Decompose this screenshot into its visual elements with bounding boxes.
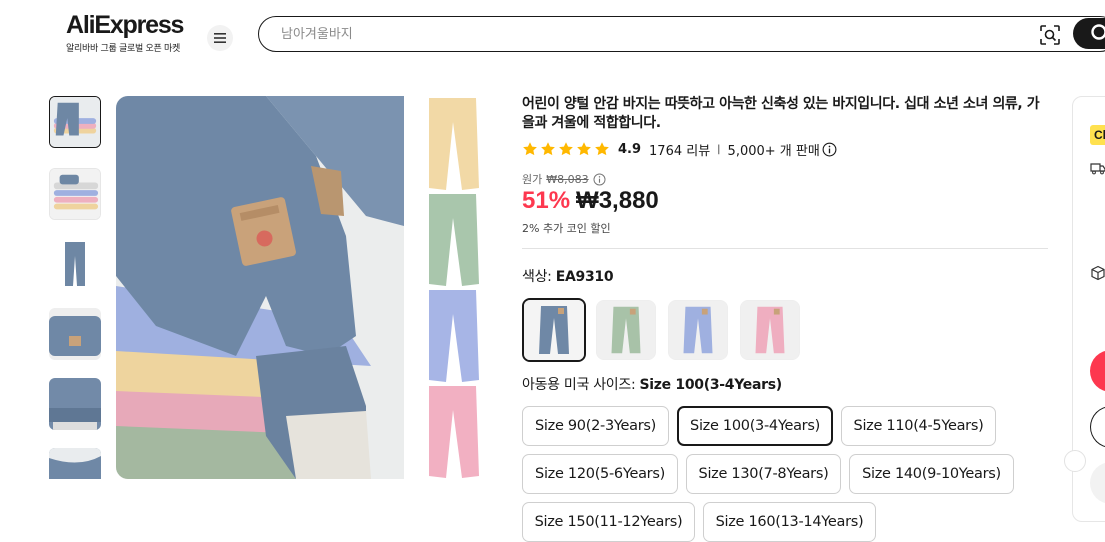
variants-photo	[404, 96, 502, 479]
product-photo	[116, 96, 404, 479]
star-icon	[576, 141, 592, 157]
truck-icon	[1090, 160, 1105, 176]
info-icon[interactable]	[822, 142, 837, 157]
package-icon	[1090, 265, 1105, 281]
thumbnail-image	[49, 448, 101, 479]
thumbnail-image	[50, 169, 100, 219]
color-label: 색상: EA9310	[522, 266, 613, 286]
color-value: EA9310	[556, 269, 614, 285]
size-option-selected[interactable]: Size 100(3-4Years)	[677, 406, 833, 446]
star-icon	[522, 141, 538, 157]
discount-percent: 51%	[522, 187, 570, 215]
panel-tag: Ch	[1090, 125, 1105, 145]
swatch-image	[669, 301, 727, 359]
original-price: 원가 ₩8,083	[522, 171, 606, 187]
main-product-image[interactable]	[116, 96, 404, 479]
search-input[interactable]	[281, 24, 981, 44]
swatch-image	[524, 300, 584, 360]
size-option[interactable]: Size 140(9-10Years)	[849, 454, 1014, 494]
review-count[interactable]: 1764 리뷰	[649, 140, 710, 159]
star-icon	[594, 141, 610, 157]
size-option[interactable]: Size 130(7-8Years)	[686, 454, 841, 494]
logo-text: AliExpress	[66, 12, 188, 39]
color-swatch-2[interactable]	[596, 300, 656, 360]
menu-button[interactable]	[207, 25, 233, 51]
size-option[interactable]: Size 160(13-14Years)	[703, 502, 876, 542]
image-search-icon[interactable]	[1039, 24, 1061, 46]
thumbnail-5[interactable]	[49, 378, 101, 430]
search-button[interactable]	[1073, 18, 1105, 49]
price-row: 51% ₩3,880	[522, 187, 659, 215]
thumbnail-image	[50, 97, 100, 147]
star-icon	[540, 141, 556, 157]
size-label: 아동용 미국 사이즈: Size 100(3-4Years)	[522, 374, 782, 394]
product-title: 어린이 양털 안감 바지는 따뜻하고 아늑한 신축성 있는 바지입니다. 십대 …	[522, 95, 1047, 133]
size-option[interactable]: Size 150(11-12Years)	[522, 502, 695, 542]
thumbnail-1[interactable]	[49, 96, 101, 148]
thumbnail-4[interactable]	[49, 308, 101, 360]
thumbnail-6[interactable]	[49, 448, 101, 479]
size-label-text: 아동용 미국 사이즈:	[522, 377, 640, 393]
thumbnail-3[interactable]	[49, 238, 101, 290]
rating-separator: |	[717, 144, 720, 155]
star-rating	[522, 141, 610, 157]
sale-price: ₩3,880	[576, 187, 659, 215]
thumbnail-image	[49, 378, 101, 430]
price-info-icon[interactable]	[593, 173, 606, 186]
coin-discount: 2% 추가 코인 할인	[522, 220, 611, 236]
thumbnail-image	[49, 308, 101, 360]
color-swatch-4[interactable]	[740, 300, 800, 360]
hamburger-icon	[214, 33, 226, 43]
divider	[522, 248, 1048, 249]
thumbnail-image	[49, 238, 101, 290]
panel-scroll-button[interactable]	[1064, 450, 1086, 472]
thumbnail-2[interactable]	[49, 168, 101, 220]
swatch-image	[741, 301, 799, 359]
size-option[interactable]: Size 120(5-6Years)	[522, 454, 678, 494]
size-option[interactable]: Size 90(2-3Years)	[522, 406, 669, 446]
color-label-text: 색상:	[522, 269, 556, 285]
swatch-image	[597, 301, 655, 359]
color-swatch-3[interactable]	[668, 300, 728, 360]
original-price-label: 원가	[522, 171, 542, 187]
search-icon	[1089, 22, 1105, 46]
search-bar	[258, 16, 1105, 52]
color-variants-strip	[404, 96, 502, 479]
size-option[interactable]: Size 110(4-5Years)	[841, 406, 996, 446]
rating-score: 4.9	[618, 142, 641, 157]
size-value: Size 100(3-4Years)	[640, 377, 782, 393]
original-price-value: ₩8,083	[546, 173, 588, 186]
logo-subtitle: 알리바바 그룹 글로벌 오픈 마켓	[66, 41, 188, 54]
star-icon	[558, 141, 574, 157]
sold-count: 5,000+ 개 판매	[728, 140, 820, 159]
rating-row: 4.9 1764 리뷰 | 5,000+ 개 판매	[522, 140, 837, 158]
aliexpress-logo[interactable]: AliExpress 알리바바 그룹 글로벌 오픈 마켓	[66, 12, 188, 54]
color-swatch-1[interactable]	[522, 298, 586, 362]
